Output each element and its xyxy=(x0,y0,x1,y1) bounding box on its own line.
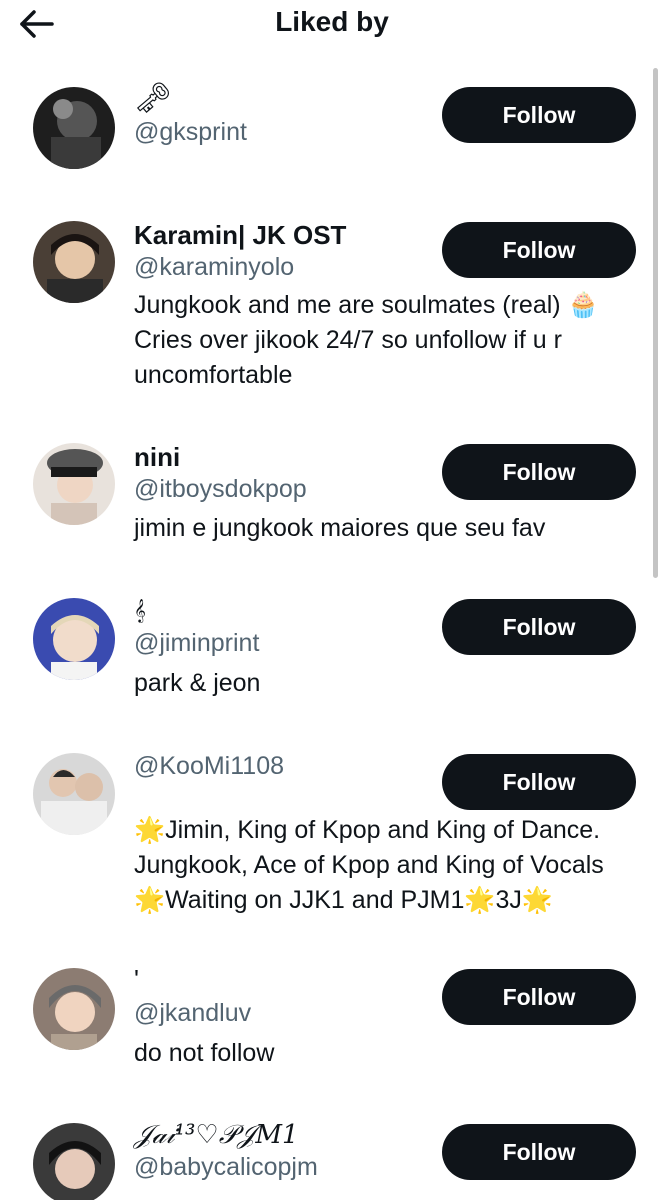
avatar[interactable] xyxy=(33,968,115,1050)
user-handle: @KooMi1108 xyxy=(134,752,284,780)
display-name: 𝒥𝒶𝒾¹³♡𝒫𝒥𝑀1 xyxy=(134,1120,299,1150)
display-name: 🗝 xyxy=(134,82,173,115)
user-handle: @babycalicopjm xyxy=(134,1153,318,1181)
bio-line: jimin e jungkook maiores que seu fav xyxy=(134,514,546,542)
display-name: ' xyxy=(134,964,139,994)
follow-button[interactable]: Follow xyxy=(442,969,636,1025)
avatar[interactable] xyxy=(33,753,115,835)
bio-line: Cries over jikook 24/7 so unfollow if u … xyxy=(134,326,562,354)
bio-line: 🌟Jimin, King of Kpop and King of Dance. xyxy=(134,816,601,844)
follow-button[interactable]: Follow xyxy=(442,222,636,278)
display-name: 𝄞 xyxy=(134,600,146,622)
display-name: Karamin| JK OST xyxy=(134,220,347,250)
bio-line: 🌟Waiting on JJK1 and PJM1🌟3J🌟 xyxy=(134,886,554,914)
follow-button[interactable]: Follow xyxy=(442,1124,636,1180)
follow-button[interactable]: Follow xyxy=(442,87,636,143)
liked-by-list: 🗝 @gksprint Follow Karamin| JK OST @kara… xyxy=(0,0,664,1200)
bio-line: do not follow xyxy=(134,1039,275,1067)
display-name: nini xyxy=(134,442,181,472)
user-bio: do not follow xyxy=(134,1036,634,1071)
bio-line: park & jeon xyxy=(134,669,261,697)
avatar[interactable] xyxy=(33,443,115,525)
user-handle: @jiminprint xyxy=(134,629,260,657)
follow-button[interactable]: Follow xyxy=(442,444,636,500)
user-bio: 🌟Jimin, King of Kpop and King of Dance. … xyxy=(134,813,634,918)
bio-line: uncomfortable xyxy=(134,361,293,389)
user-handle: @jkandluv xyxy=(134,999,252,1027)
user-handle: @gksprint xyxy=(134,118,247,146)
follow-button[interactable]: Follow xyxy=(442,754,636,810)
user-bio: park & jeon xyxy=(134,666,634,701)
avatar[interactable] xyxy=(33,598,115,680)
bio-line: Jungkook, Ace of Kpop and King of Vocals xyxy=(134,851,604,879)
avatar[interactable] xyxy=(33,221,115,303)
user-bio: Jungkook and me are soulmates (real) 🧁 C… xyxy=(134,288,634,393)
user-handle: @itboysdokpop xyxy=(134,475,307,503)
avatar[interactable] xyxy=(33,1123,115,1200)
user-bio: jimin e jungkook maiores que seu fav xyxy=(134,511,634,546)
user-handle: @karaminyolo xyxy=(134,253,295,281)
avatar[interactable] xyxy=(33,87,115,169)
follow-button[interactable]: Follow xyxy=(442,599,636,655)
bio-line: Jungkook and me are soulmates (real) 🧁 xyxy=(134,291,599,319)
